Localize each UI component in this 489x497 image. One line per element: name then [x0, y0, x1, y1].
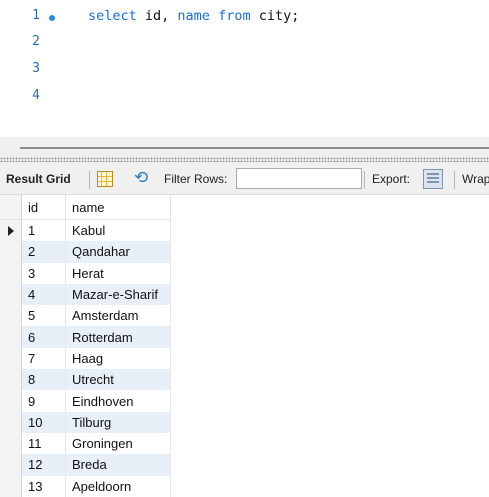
- editor-line[interactable]: 2: [0, 30, 489, 56]
- cell-id[interactable]: 4: [21, 283, 66, 306]
- table-body: 1 Kabul 2 Qandahar 3 Herat 4 Mazar-e-Sharif 5 Ams…: [0, 219, 171, 497]
- row-selector[interactable]: [0, 390, 22, 412]
- table-row[interactable]: 12 Breda: [0, 454, 171, 476]
- cell-id[interactable]: 7: [21, 347, 66, 370]
- line-number: 3: [32, 61, 40, 76]
- current-row-arrow-icon: [8, 225, 14, 236]
- table-row[interactable]: 7 Haag: [0, 347, 171, 370]
- cell-name[interactable]: Qandahar: [65, 241, 171, 263]
- cell-name[interactable]: Utrecht: [65, 369, 171, 391]
- cell-name[interactable]: Amsterdam: [65, 305, 171, 327]
- toolbar-divider: [454, 171, 455, 189]
- cell-id[interactable]: 12: [21, 454, 66, 476]
- refresh-icon[interactable]: ⟲: [134, 168, 148, 188]
- filter-rows-input[interactable]: [236, 168, 362, 189]
- panel-splitter[interactable]: [0, 137, 489, 164]
- row-selector[interactable]: [0, 369, 22, 391]
- cell-id[interactable]: 13: [21, 475, 66, 497]
- row-selector[interactable]: [0, 475, 22, 497]
- result-grid[interactable]: id name 1 Kabul 2 Qandahar 3 Herat 4 Mazar-e-Sh…: [0, 195, 489, 497]
- line-number: 4: [32, 88, 40, 103]
- table-row[interactable]: 1 Kabul: [0, 219, 171, 242]
- table-row[interactable]: 5 Amsterdam: [0, 305, 171, 327]
- cell-name[interactable]: Haag: [65, 347, 171, 370]
- breakpoint-dot-icon: [49, 15, 55, 21]
- editor-line[interactable]: 1 select id, name from city;: [0, 4, 489, 30]
- row-selector[interactable]: [0, 283, 22, 306]
- cell-name[interactable]: Groningen: [65, 432, 171, 455]
- table-row[interactable]: 3 Herat: [0, 262, 171, 284]
- grid-view-icon[interactable]: [97, 171, 113, 187]
- cell-name[interactable]: Breda: [65, 454, 171, 476]
- row-selector[interactable]: [0, 454, 22, 476]
- editor-line[interactable]: 4: [0, 84, 489, 110]
- table-row[interactable]: 6 Rotterdam: [0, 326, 171, 348]
- column-header-id[interactable]: id: [21, 195, 66, 220]
- filter-rows-label: Filter Rows:: [164, 172, 228, 186]
- cell-id[interactable]: 9: [21, 390, 66, 412]
- row-selector[interactable]: [0, 411, 22, 433]
- row-selector-header[interactable]: [0, 195, 22, 220]
- table-row[interactable]: 11 Groningen: [0, 432, 171, 455]
- row-selector[interactable]: [0, 219, 22, 242]
- cell-id[interactable]: 6: [21, 326, 66, 348]
- result-table: id name 1 Kabul 2 Qandahar 3 Herat 4 Mazar-e-Sh…: [0, 195, 171, 497]
- cell-name[interactable]: Apeldoorn: [65, 475, 171, 497]
- row-selector[interactable]: [0, 432, 22, 455]
- line-number: 2: [32, 34, 40, 49]
- cell-id[interactable]: 1: [21, 219, 66, 242]
- cell-id[interactable]: 5: [21, 305, 66, 327]
- cell-name[interactable]: Herat: [65, 262, 171, 284]
- row-selector[interactable]: [0, 305, 22, 327]
- table-row[interactable]: 2 Qandahar: [0, 241, 171, 263]
- editor-line[interactable]: 3: [0, 57, 489, 83]
- result-grid-tab[interactable]: Result Grid: [6, 172, 71, 186]
- splitter-line: [20, 147, 489, 149]
- cell-id[interactable]: 3: [21, 262, 66, 284]
- sql-editor[interactable]: 1 select id, name from city; 2 3 4: [0, 0, 489, 137]
- wrap-cell-content-label[interactable]: Wrap: [462, 172, 489, 186]
- toolbar-divider: [89, 171, 90, 189]
- cell-id[interactable]: 10: [21, 411, 66, 433]
- cell-id[interactable]: 11: [21, 432, 66, 455]
- table-row[interactable]: 13 Apeldoorn: [0, 475, 171, 497]
- result-toolbar: Result Grid ⟲ Filter Rows: Export: Wrap: [0, 164, 489, 195]
- table-row[interactable]: 4 Mazar-e-Sharif: [0, 283, 171, 306]
- export-label: Export:: [372, 172, 411, 186]
- cell-name[interactable]: Tilburg: [65, 411, 171, 433]
- splitter-grip[interactable]: [0, 157, 489, 162]
- row-selector[interactable]: [0, 262, 22, 284]
- toolbar-divider: [364, 171, 365, 189]
- export-icon[interactable]: [423, 169, 443, 189]
- table-row[interactable]: 10 Tilburg: [0, 411, 171, 433]
- cell-name[interactable]: Mazar-e-Sharif: [65, 283, 171, 306]
- row-selector[interactable]: [0, 347, 22, 370]
- row-selector[interactable]: [0, 241, 22, 263]
- code-line-1[interactable]: select id, name from city;: [88, 8, 299, 24]
- row-selector[interactable]: [0, 326, 22, 348]
- cell-id[interactable]: 8: [21, 369, 66, 391]
- table-row[interactable]: 9 Eindhoven: [0, 390, 171, 412]
- line-number: 1: [32, 8, 40, 23]
- cell-name[interactable]: Eindhoven: [65, 390, 171, 412]
- table-header-row: id name: [0, 195, 171, 220]
- column-header-name[interactable]: name: [65, 195, 171, 220]
- cell-id[interactable]: 2: [21, 241, 66, 263]
- cell-name[interactable]: Kabul: [65, 219, 171, 242]
- cell-name[interactable]: Rotterdam: [65, 326, 171, 348]
- table-row[interactable]: 8 Utrecht: [0, 369, 171, 391]
